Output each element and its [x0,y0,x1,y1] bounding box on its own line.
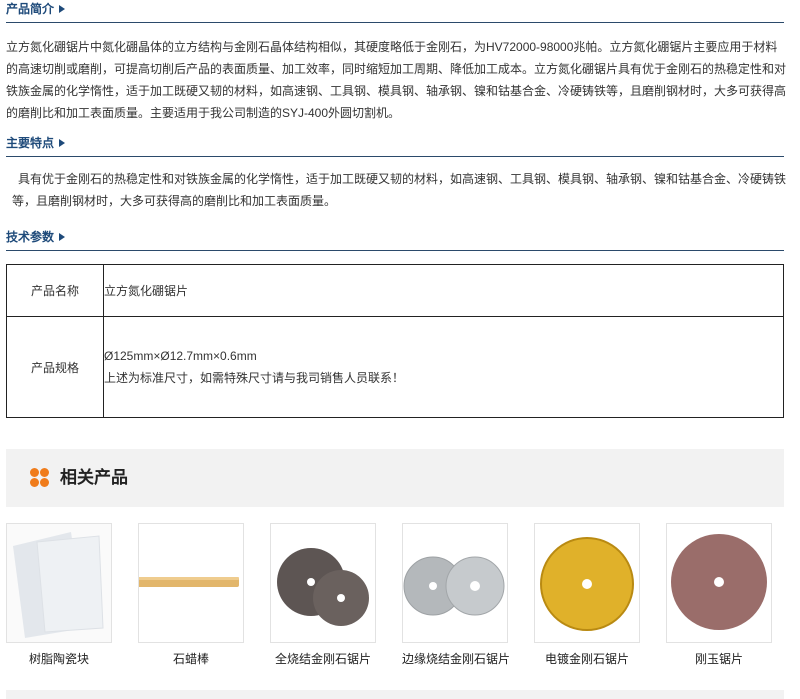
section-header-features: 主要特点 [6,134,784,157]
product-image[interactable] [270,523,376,643]
param-note: 上述为标准尺寸，如需特殊尺寸请与我司销售人员联系！ [104,371,405,385]
param-label: 产品规格 [6,316,104,418]
product-name[interactable]: 边缘烧结金刚石锯片 [402,651,510,667]
related-products-header: 相关产品 [6,449,784,507]
features-text: 具有优于金刚石的热稳定性和对铁族金属的化学惰性，适于加工既硬又韧的材料，如高速钢… [12,172,787,208]
product-name[interactable]: 树脂陶瓷块 [6,651,112,667]
param-value: Ø125mm×Ø12.7mm×0.6mm [104,349,257,363]
section-title-features: 主要特点 [6,136,55,150]
section-header-intro: 产品简介 [6,0,784,23]
table-row: 产品名称 立方氮化硼锯片 [6,264,784,317]
param-value-cell: Ø125mm×Ø12.7mm×0.6mm 上述为标准尺寸，如需特殊尺寸请与我司销… [103,316,784,418]
arrow-right-icon [59,233,65,241]
table-row: 产品规格 Ø125mm×Ø12.7mm×0.6mm 上述为标准尺寸，如需特殊尺寸… [6,316,784,418]
section-title-intro: 产品简介 [6,2,55,16]
param-label: 产品名称 [6,264,104,317]
related-products-title: 相关产品 [60,468,128,487]
product-name[interactable]: 全烧结金刚石锯片 [270,651,376,667]
footer-bar [6,690,784,699]
param-value: 立方氮化硼锯片 [103,264,784,317]
product-name[interactable]: 电镀金刚石锯片 [534,651,640,667]
intro-text: 立方氮化硼锯片中氮化硼晶体的立方结构与金刚石晶体结构相似，其硬度略低于金刚石，为… [6,40,787,120]
product-image[interactable] [402,523,508,643]
params-table: 产品名称 立方氮化硼锯片 产品规格 Ø125mm×Ø12.7mm×0.6mm 上… [6,264,784,418]
product-image[interactable] [6,523,112,643]
four-dots-icon [30,468,50,488]
product-name[interactable]: 石蜡棒 [138,651,244,667]
product-image[interactable] [666,523,772,643]
product-name[interactable]: 刚玉锯片 [666,651,772,667]
product-image[interactable] [138,523,244,643]
section-header-params: 技术参数 [6,228,784,251]
arrow-right-icon [59,139,65,147]
arrow-right-icon [59,5,65,13]
product-image[interactable] [534,523,640,643]
section-title-params: 技术参数 [6,230,55,244]
